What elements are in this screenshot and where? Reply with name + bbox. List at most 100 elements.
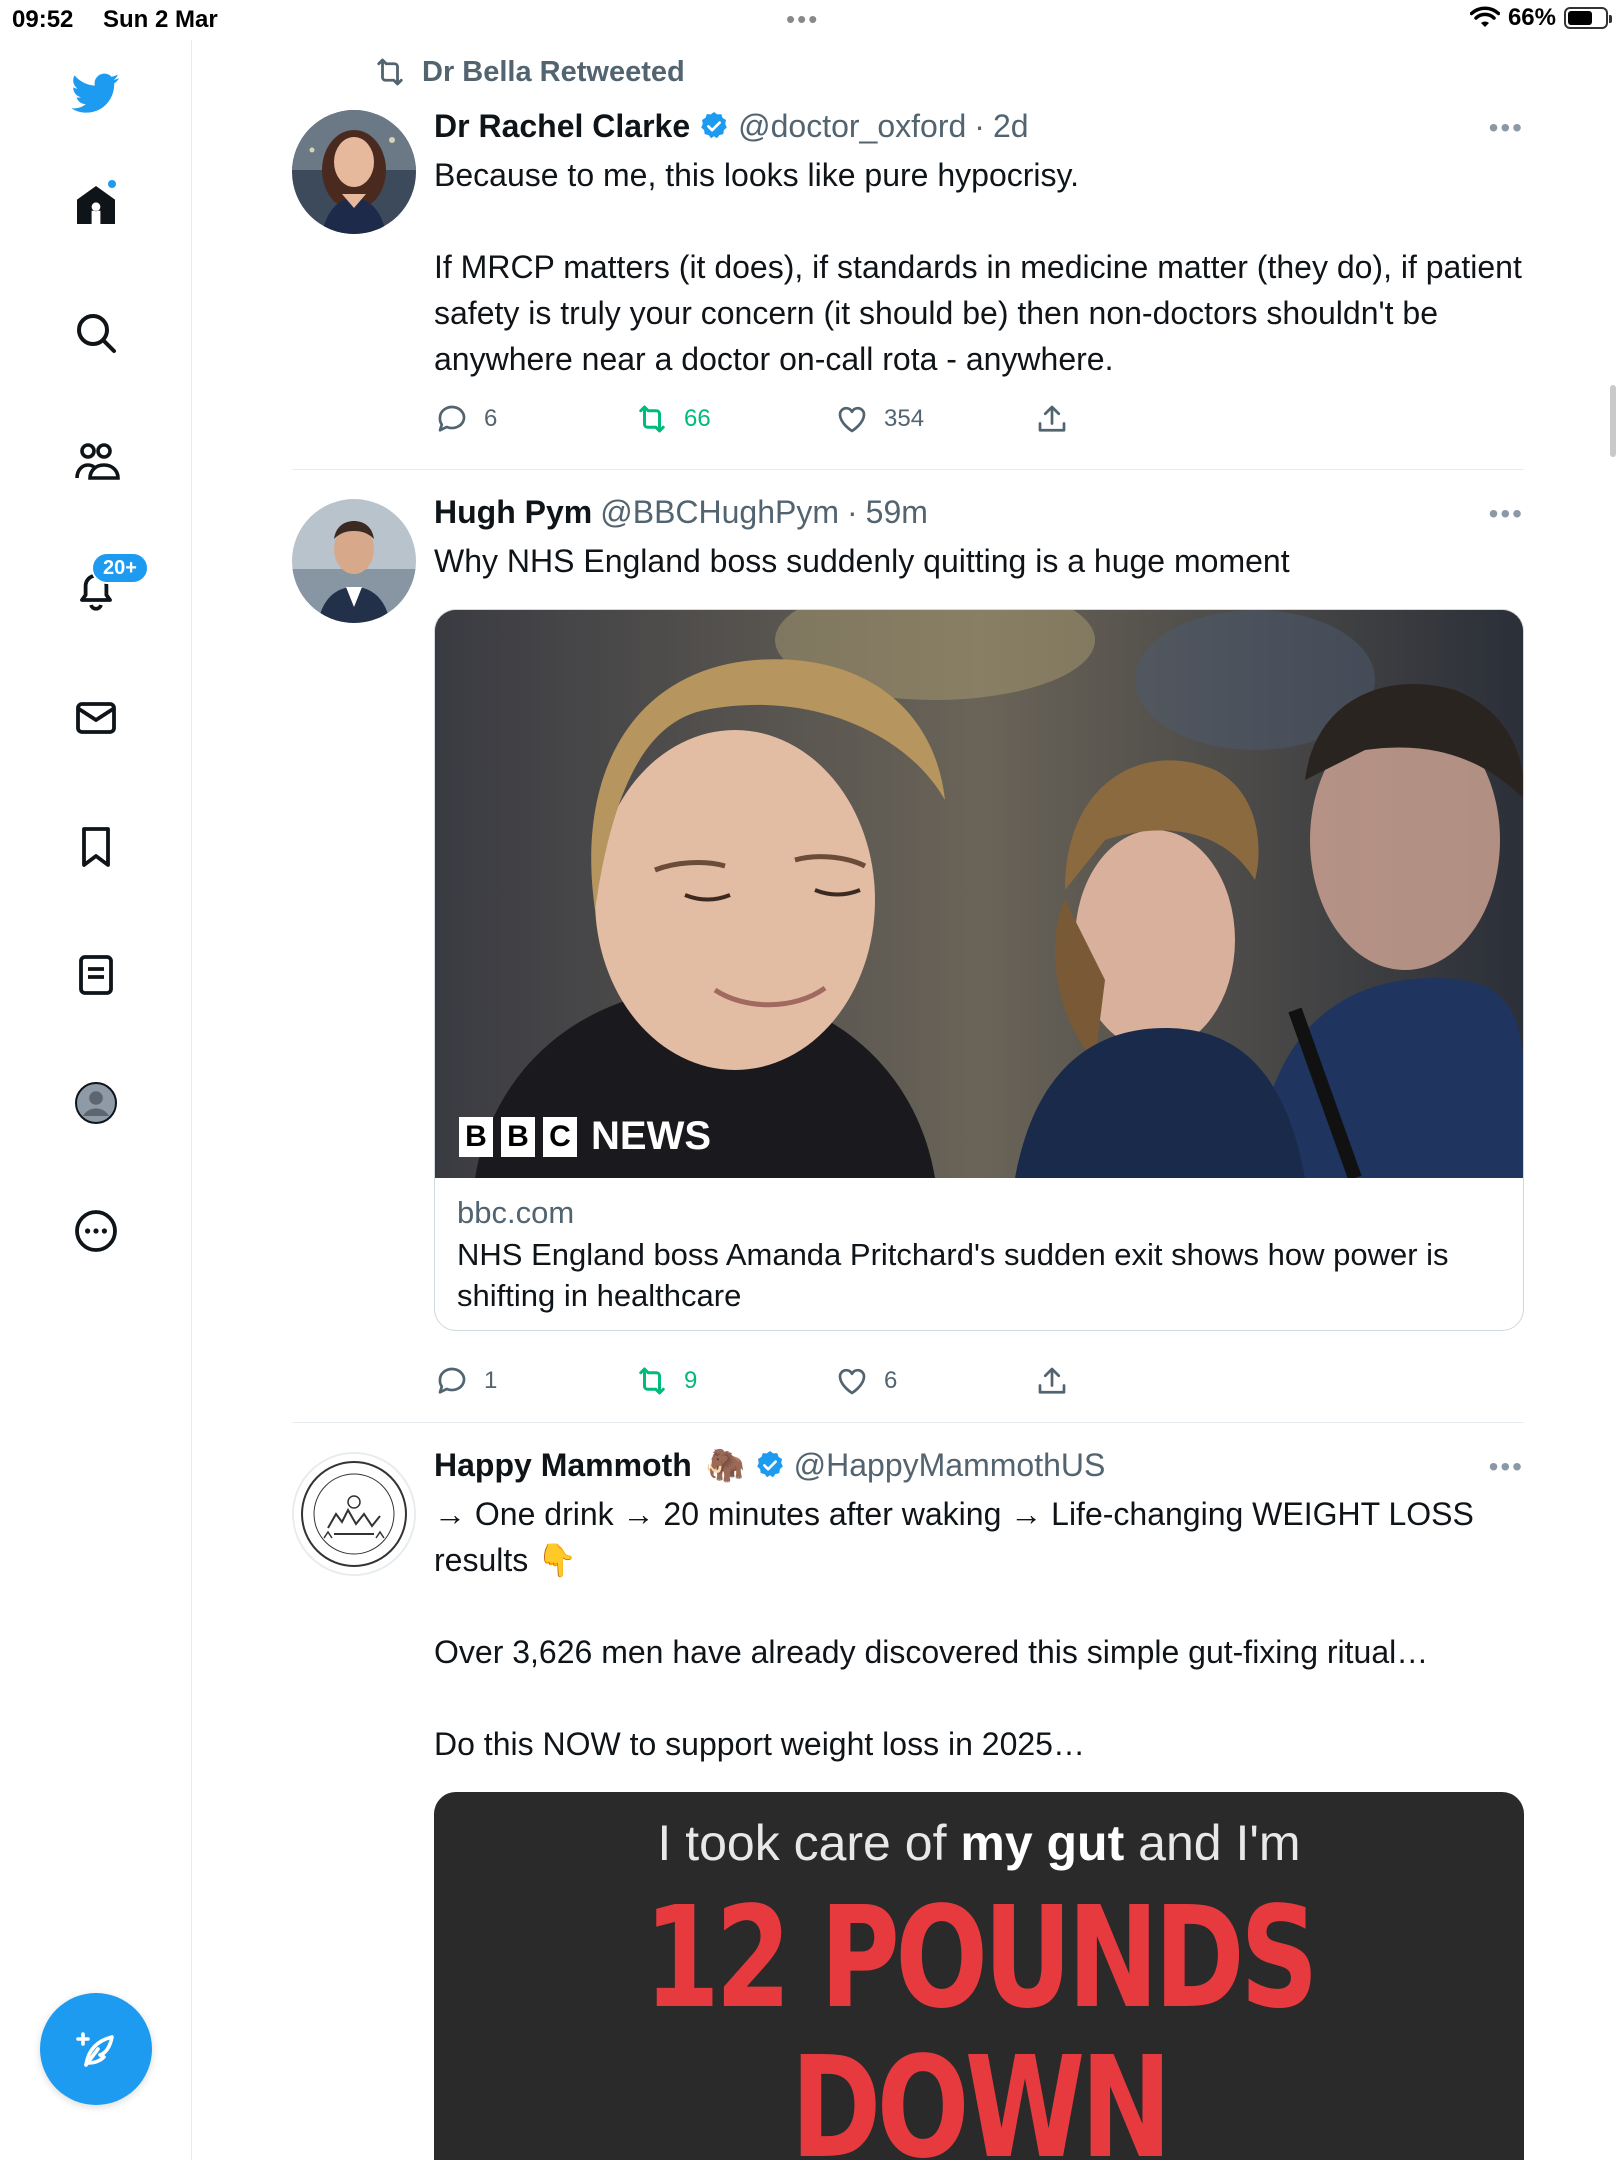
notifications-badge: 20+ [91,552,149,584]
ad-image[interactable]: I took care of my gut and I'm 12 POUNDS … [434,1792,1524,2160]
tweet-text: Why NHS England boss suddenly quitting i… [434,543,1290,579]
bbc-logo-letter: B [459,1116,493,1157]
verified-badge-icon [756,1451,783,1478]
scrollbar-thumb[interactable] [1610,385,1616,457]
bookmark-icon [82,827,110,867]
avatar-photo [292,499,416,623]
twitter-logo[interactable] [63,60,129,126]
link-card-domain: bbc.com [457,1195,575,1230]
like-count: 6 [884,1367,898,1394]
ad-headline: I took care of my gut and I'm [434,1814,1524,1872]
status-date: Sun 2 Mar [103,6,218,33]
timestamp[interactable]: 2d [993,108,1029,145]
compose-tweet-button[interactable] [40,1993,152,2105]
nav-explore[interactable] [63,300,129,366]
tweet-more-button[interactable]: ••• [1489,112,1524,144]
retweet-button[interactable]: 9 [634,1363,834,1399]
like-button[interactable]: 354 [834,401,1034,437]
reply-icon [438,405,466,432]
mammoth-logo-icon [294,1454,414,1574]
tweet-actions: 1 9 6 [434,1363,1094,1399]
like-button[interactable]: 6 [834,1363,1034,1399]
link-card[interactable]: B B C NEWS bbc.com NHS England boss Aman… [434,609,1524,1331]
tweet-bbchughpym[interactable]: Hugh Pym @BBCHughPym · 59m ••• Why NHS E… [292,470,1524,1422]
status-time: 09:52 [12,6,74,33]
separator-dot: · [847,493,858,530]
nav-home[interactable] [63,172,129,238]
tweet-more-button[interactable]: ••• [1489,1451,1524,1483]
avatar-hugh-pym[interactable] [292,499,416,623]
retweeted-by-label[interactable]: Dr Bella Retweeted [422,56,685,89]
mammoth-emoji: 🦣 [705,1447,746,1483]
like-count: 354 [884,405,925,432]
retweet-icon [639,405,665,433]
tweet-text: Because to me, this looks like pure hypo… [434,157,1522,377]
battery-icon [1564,7,1612,29]
tweet-body: Dr Rachel Clarke @doctor_oxford · 2d •••… [434,104,1524,382]
retweet-button[interactable]: 66 [634,401,834,437]
share-button[interactable] [1034,401,1094,437]
tweet-header: Hugh Pym @BBCHughPym · 59m [434,490,1524,534]
link-card-title: NHS England boss Amanda Pritchard's sudd… [457,1237,1449,1313]
timeline-feed: Dr Bella Retweeted Dr Rachel Clarke @doc… [292,40,1524,2160]
heart-icon [838,406,866,433]
tweet-body: Happy Mammoth 🦣 @HappyMammothUS ••• → On… [434,1443,1524,1767]
display-name[interactable]: Hugh Pym [434,494,592,531]
news-photo [435,610,1523,1178]
ad-headline-prefix: I took care of [657,1815,961,1871]
status-bar: 09:52 Sun 2 Mar ••• 66% [0,0,1620,40]
link-card-image: B B C NEWS [435,610,1523,1178]
verified-badge-icon [701,112,727,139]
search-icon [77,314,116,353]
nav-bookmarks[interactable] [63,814,129,880]
heart-icon [838,1368,866,1395]
avatar-happy-mammoth[interactable] [292,1452,416,1576]
handle[interactable]: @HappyMammothUS [794,1447,1106,1484]
tweet-more-button[interactable]: ••• [1489,498,1524,530]
nav-communities[interactable] [63,429,129,495]
nav-more[interactable] [63,1198,129,1264]
reply-count: 6 [484,405,498,432]
display-name[interactable]: Dr Rachel Clarke [434,108,690,145]
share-button[interactable] [1034,1363,1094,1399]
ad-headline-bold: my gut [960,1815,1125,1871]
tweet-doctor-oxford[interactable]: Dr Bella Retweeted Dr Rachel Clarke @doc… [292,40,1524,469]
sidebar-nav: 20+ [0,40,192,2160]
display-name[interactable]: Happy Mammoth [434,1447,692,1484]
bird-icon [72,73,120,113]
link-card-info: bbc.com NHS England boss Amanda Pritchar… [435,1178,1523,1330]
avatar-rachel-clarke[interactable] [292,110,416,234]
bbc-logo-news: NEWS [591,1114,711,1158]
nav-messages[interactable] [63,685,129,751]
bbc-news-logo: B B C NEWS [459,1114,711,1159]
multitasking-dots[interactable]: ••• [786,4,819,35]
compose-icon [76,2032,114,2067]
nav-notifications[interactable]: 20+ [63,552,149,623]
timestamp[interactable]: 59m [866,494,928,531]
share-icon [1038,405,1066,432]
tweet-header: Dr Rachel Clarke @doctor_oxford · 2d [434,104,1524,148]
retweet-count: 66 [684,405,711,432]
status-indicators: 66% [1469,4,1612,32]
reply-button[interactable]: 6 [434,401,634,437]
tweet-happymammothus[interactable]: Happy Mammoth 🦣 @HappyMammothUS ••• → On… [292,1423,1524,2160]
nav-profile[interactable] [63,1070,129,1136]
handle[interactable]: @BBCHughPym [600,494,839,531]
reply-icon [438,1367,466,1394]
tweet-text: → One drink → 20 minutes after waking → … [434,1496,1474,1762]
handle[interactable]: @doctor_oxford [738,108,966,145]
separator-dot: · [974,107,985,144]
tweet-header: Happy Mammoth 🦣 @HappyMammothUS [434,1443,1524,1487]
bbc-logo-letter: C [543,1116,577,1157]
reply-button[interactable]: 1 [434,1363,634,1399]
wifi-icon [1469,6,1500,27]
people-icon [75,443,120,480]
share-icon [1038,1367,1066,1394]
ad-headline-suffix: and I'm [1124,1815,1301,1871]
retweet-icon [377,58,403,86]
nav-lists[interactable] [63,942,129,1008]
tweet-body: Hugh Pym @BBCHughPym · 59m ••• Why NHS E… [434,490,1524,584]
retweet-count: 9 [684,1367,698,1394]
reply-count: 1 [484,1367,498,1394]
more-circle-icon [75,1210,117,1252]
